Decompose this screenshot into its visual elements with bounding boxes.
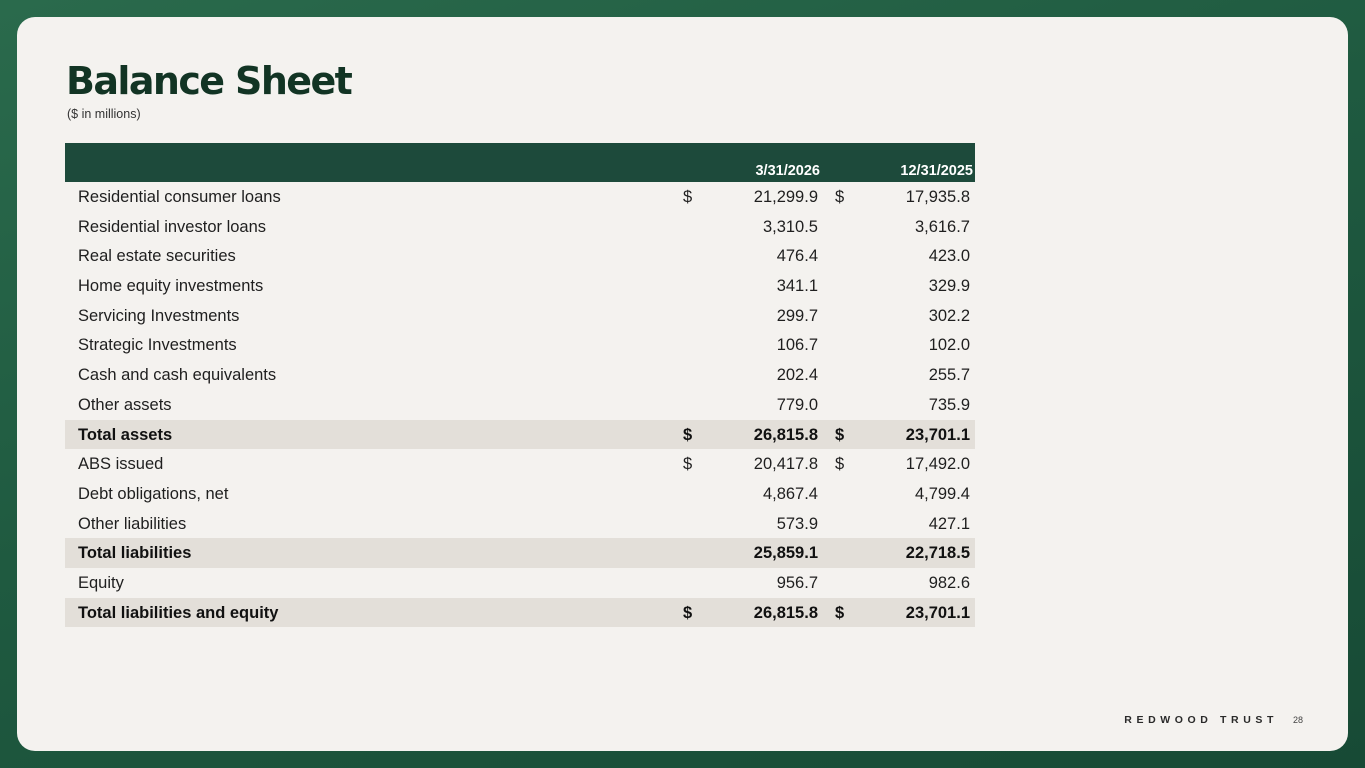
table-row: Residential consumer loans $21,299.9 $17,9…	[65, 182, 975, 212]
dollar-sign-current: $	[683, 188, 693, 206]
value-current: 573.9	[776, 514, 818, 533]
value-current: 956.7	[776, 573, 818, 592]
value-current: 25,859.1	[753, 544, 818, 563]
value-prior: 329.9	[928, 277, 970, 296]
row-label: Equity	[78, 573, 124, 592]
column-header-current: 3/31/2026	[755, 163, 820, 179]
dollar-sign-prior: $	[835, 188, 845, 206]
table-row: Other assets 779.0 735.9	[65, 390, 975, 420]
value-prior: 982.6	[928, 573, 970, 592]
row-label: ABS issued	[78, 455, 164, 474]
table-total-row: Total liabilities 25,859.1 22,718.5	[65, 538, 975, 568]
value-current: 341.1	[776, 277, 818, 296]
table-row: Servicing Investments 299.7 302.2	[65, 301, 975, 331]
table-row: Strategic Investments 106.7 102.0	[65, 330, 975, 360]
dollar-sign-current: $	[683, 425, 693, 444]
value-current: 202.4	[776, 366, 818, 385]
row-label: Real estate securities	[78, 247, 236, 266]
table-total-row: Total liabilities and equity $26,815.8 $23…	[65, 597, 975, 628]
balance-sheet-table: 3/31/2026 12/31/2025 Residential consume…	[65, 143, 975, 628]
dollar-sign-current: $	[683, 455, 693, 474]
value-current: 476.4	[776, 247, 818, 266]
table-row: Debt obligations, net 4,867.4 4,799.4	[65, 479, 975, 509]
row-label: Strategic Investments	[78, 336, 237, 355]
table-row: Cash and cash equivalents 202.4 255.7	[65, 360, 975, 390]
value-prior: 255.7	[928, 366, 970, 385]
page-number: 28	[1292, 715, 1303, 725]
table-row: Other liabilities 573.9 427.1	[65, 509, 975, 539]
row-label: Cash and cash equivalents	[78, 366, 277, 385]
value-current: 779.0	[776, 395, 818, 414]
value-prior: 22,718.5	[905, 544, 970, 563]
table-body: Residential consumer loans $21,299.9 $17,9…	[65, 182, 975, 628]
value-current: 20,417.8	[753, 455, 818, 474]
row-label: Debt obligations, net	[78, 484, 229, 503]
row-label: Other assets	[78, 395, 172, 414]
row-label: Total liabilities and equity	[78, 603, 279, 622]
value-prior: 102.0	[928, 336, 970, 355]
dollar-sign-prior: $	[835, 455, 845, 474]
row-label: Residential consumer loans	[78, 188, 281, 206]
value-current: 106.7	[776, 336, 818, 355]
value-current: 21,299.9	[753, 188, 818, 206]
table-row: Residential investor loans 3,310.5 3,616.7	[65, 212, 975, 242]
value-prior: 4,799.4	[914, 484, 970, 503]
value-current: 299.7	[776, 306, 818, 325]
value-current: 26,815.8	[753, 425, 818, 444]
value-prior: 17,935.8	[905, 188, 970, 206]
row-label: Servicing Investments	[78, 306, 240, 325]
page-title: Balance Sheet	[66, 59, 353, 103]
table-total-row: Total assets $26,815.8 $23,701.1	[65, 419, 975, 450]
value-prior: 23,701.1	[905, 425, 970, 444]
value-prior: 23,701.1	[905, 603, 970, 622]
units-subtitle: ($ in millions)	[67, 107, 141, 121]
dollar-sign-current: $	[683, 603, 693, 622]
slide-card: Balance Sheet ($ in millions) 3/31/2026 …	[17, 17, 1348, 751]
row-label: Home equity investments	[78, 277, 264, 296]
brand-wordmark: REDWOOD TRUST	[1124, 714, 1278, 726]
value-current: 26,815.8	[753, 603, 818, 622]
value-current: 3,310.5	[762, 217, 818, 236]
table-row: Equity 956.7 982.6	[65, 568, 975, 598]
row-label: Other liabilities	[78, 514, 187, 533]
value-prior: 302.2	[928, 306, 970, 325]
dollar-sign-prior: $	[835, 425, 845, 444]
value-prior: 423.0	[928, 247, 970, 266]
row-label: Total liabilities	[78, 544, 192, 563]
table-row: ABS issued $20,417.8 $17,492.0	[65, 449, 975, 479]
value-current: 4,867.4	[762, 484, 818, 503]
dollar-sign-prior: $	[835, 603, 845, 622]
table-row: Real estate securities 476.4 423.0	[65, 241, 975, 271]
value-prior: 3,616.7	[914, 217, 970, 236]
value-prior: 735.9	[928, 395, 970, 414]
value-prior: 427.1	[928, 514, 970, 533]
column-header-prior: 12/31/2025	[900, 163, 973, 179]
row-label: Total assets	[78, 425, 173, 444]
table-row: Home equity investments 341.1 329.9	[65, 271, 975, 301]
row-label: Residential investor loans	[78, 217, 267, 236]
value-prior: 17,492.0	[905, 455, 970, 474]
table-header: 3/31/2026 12/31/2025	[65, 143, 975, 182]
